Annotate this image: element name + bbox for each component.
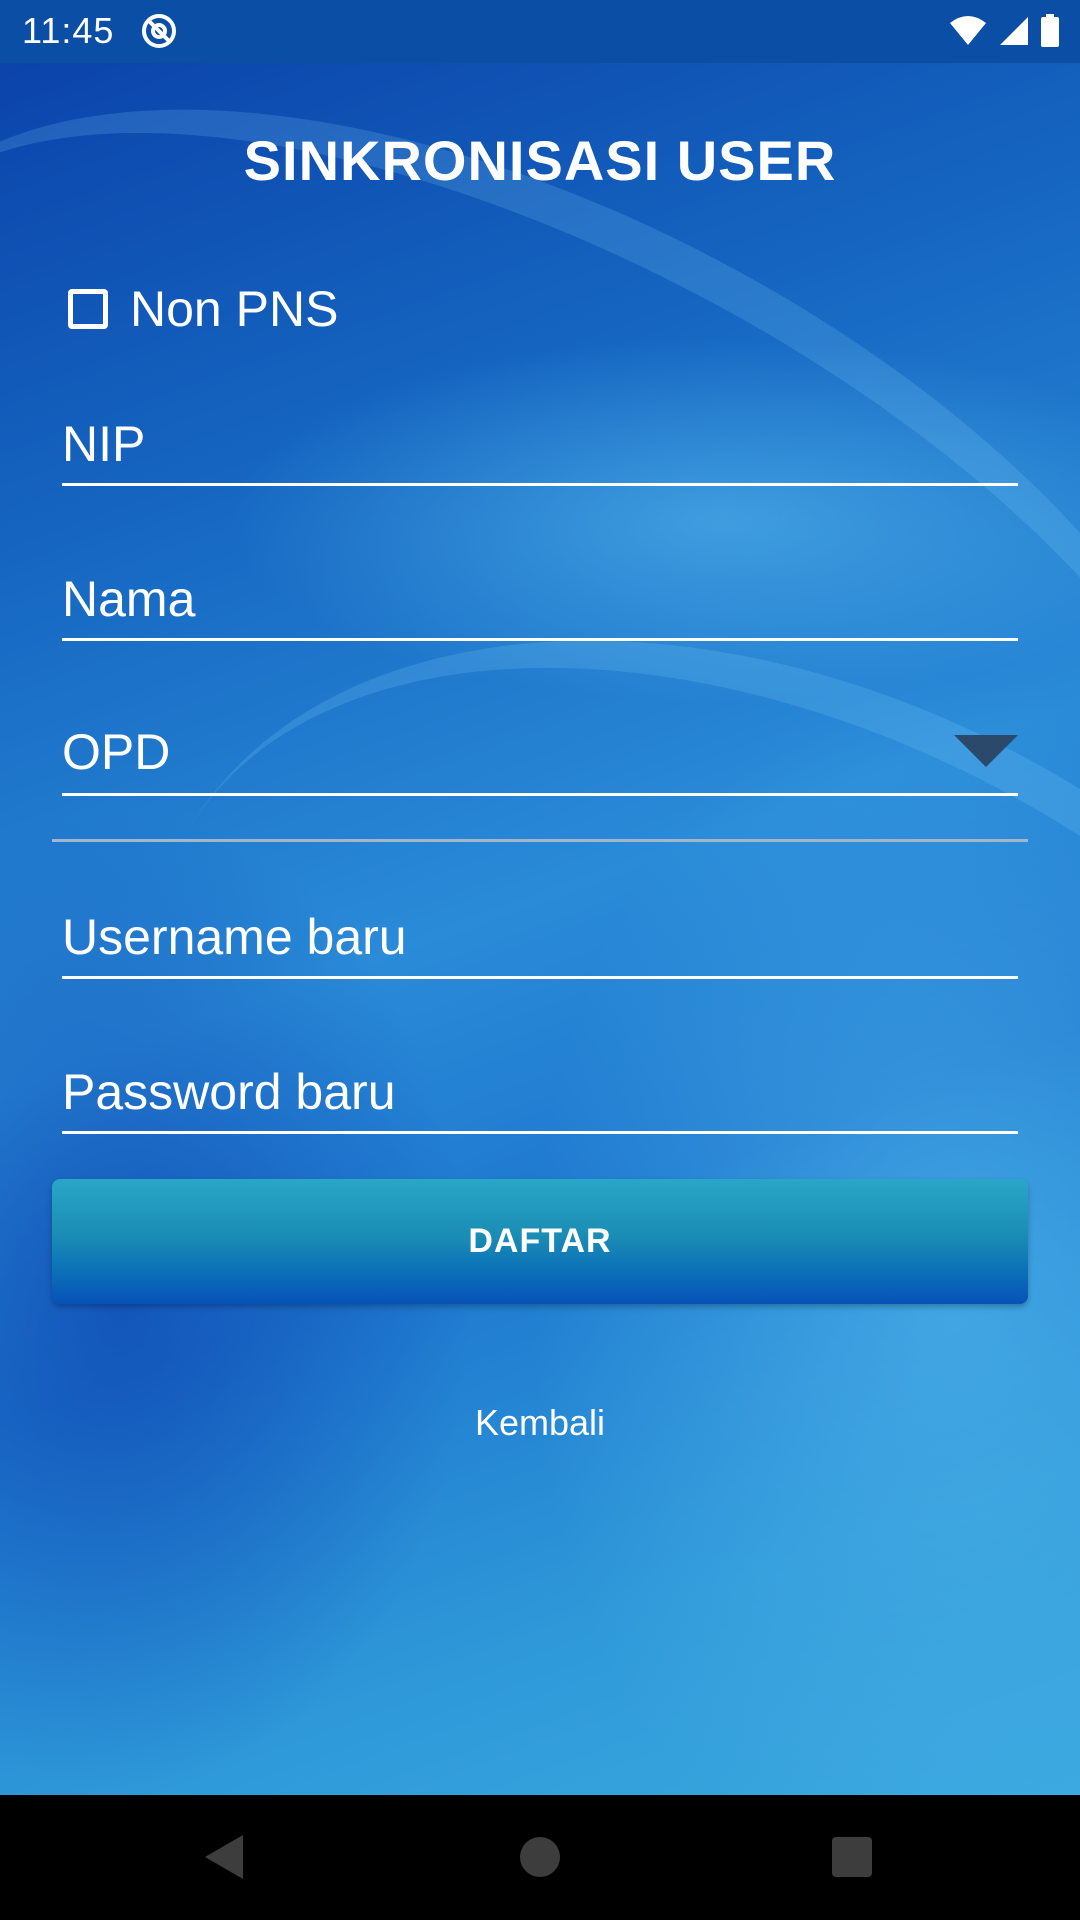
dropdown-triangle-icon <box>954 735 1018 767</box>
kembali-link[interactable]: Kembali <box>0 1402 1080 1444</box>
status-icons <box>948 12 1060 50</box>
divider <box>52 839 1028 842</box>
sync-user-screen: 11:45 SINKRONISASI USER Non PNS NIP Nama… <box>0 0 1080 1920</box>
checkbox-box[interactable] <box>68 289 108 329</box>
at-sign-icon <box>142 14 176 48</box>
nip-field-container <box>62 405 1018 486</box>
username-input[interactable] <box>62 898 1018 976</box>
home-icon[interactable] <box>520 1837 560 1877</box>
recents-icon[interactable] <box>832 1837 872 1877</box>
nama-field-container <box>62 560 1018 641</box>
daftar-button[interactable]: DAFTAR <box>52 1179 1028 1304</box>
nip-input[interactable] <box>62 405 1018 483</box>
page-title: SINKRONISASI USER <box>243 129 837 192</box>
username-field-container <box>62 898 1018 979</box>
navigation-bar <box>0 1795 1080 1920</box>
nama-input[interactable] <box>62 560 1018 638</box>
non-pns-checkbox[interactable]: Non PNS <box>68 278 338 340</box>
cell-signal-icon <box>1000 17 1028 45</box>
password-input[interactable] <box>62 1053 1018 1131</box>
opd-dropdown[interactable]: OPD <box>62 715 1018 796</box>
back-icon[interactable] <box>205 1835 243 1879</box>
status-time: 11:45 <box>22 10 115 51</box>
battery-icon <box>1041 14 1059 47</box>
opd-dropdown-value: OPD <box>62 724 171 780</box>
status-bar: 11:45 <box>0 0 1080 63</box>
wifi-icon <box>950 16 986 45</box>
checkbox-label: Non PNS <box>130 281 339 337</box>
password-field-container <box>62 1053 1018 1134</box>
